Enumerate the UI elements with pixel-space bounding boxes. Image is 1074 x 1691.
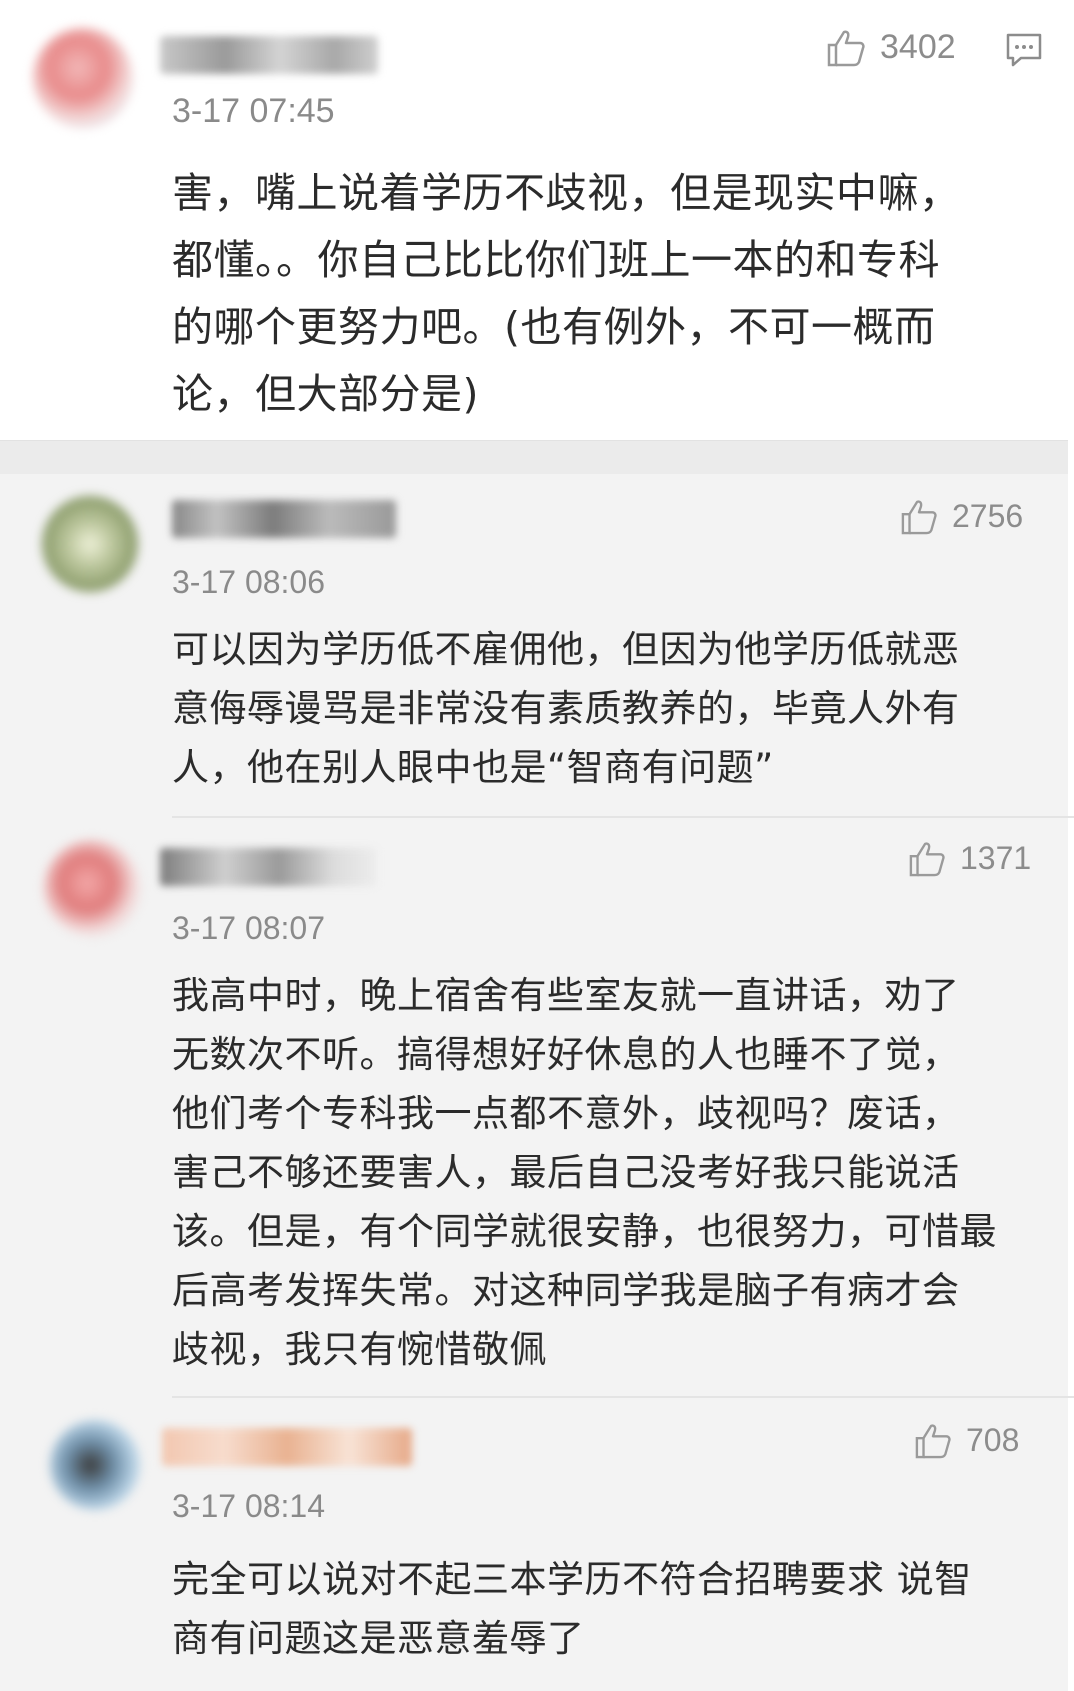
comment-line: 意侮辱谩骂是非常没有素质教养的，毕竟人外有 xyxy=(172,687,960,730)
avatar[interactable] xyxy=(50,1420,140,1510)
username-blurred[interactable] xyxy=(162,1428,412,1466)
comment-time: 3-17 08:07 xyxy=(172,910,326,946)
comment-line: 的哪个更努力吧。(也有例外，不可一概而 xyxy=(172,303,936,351)
comment-line: 无数次不听。搞得想好好休息的人也睡不了觉， xyxy=(172,1033,960,1076)
comment-line: 论，但大部分是) xyxy=(172,370,479,418)
like-button[interactable]: 3402 xyxy=(826,28,956,67)
thumbs-up-icon xyxy=(901,499,937,534)
like-button[interactable]: 1371 xyxy=(908,840,1031,877)
comment-line: 歧视，我只有惋惜敬佩 xyxy=(172,1328,547,1371)
comment-icon xyxy=(1006,33,1042,67)
avatar[interactable] xyxy=(42,496,138,592)
avatar[interactable] xyxy=(44,840,140,936)
thumbs-up-icon xyxy=(827,30,865,66)
thumbs-up-icon xyxy=(909,841,945,876)
comment-time: 3-17 08:14 xyxy=(172,1488,326,1524)
comment-line: 商有问题这是恶意羞辱了 xyxy=(172,1617,585,1660)
comment-line: 都懂。。你自己比比你们班上一本的和专科 xyxy=(172,236,940,284)
comment-line: 可以因为学历低不雇佣他，但因为他学历低就恶 xyxy=(172,628,960,671)
section-separator xyxy=(0,440,1068,474)
like-count: 708 xyxy=(966,1422,1020,1458)
page-edge xyxy=(1068,0,1074,1691)
username-blurred[interactable] xyxy=(160,36,378,74)
comment-text: 我高中时，晚上宿舍有些室友就一直讲话，劝了 无数次不听。搞得想好好休息的人也睡不… xyxy=(172,966,997,1379)
username-blurred[interactable] xyxy=(172,500,396,538)
like-count: 3402 xyxy=(880,28,956,66)
username-blurred[interactable] xyxy=(160,848,376,886)
comment-line: 后高考发挥失常。对这种同学我是脑子有病才会 xyxy=(172,1269,960,1312)
thumbs-up-icon xyxy=(915,1423,951,1458)
comment-line: 害己不够还要害人，最后自己没考好我只能说活 xyxy=(172,1151,960,1194)
comment-text: 可以因为学历低不雇佣他，但因为他学历低就恶 意侮辱谩骂是非常没有素质教养的，毕竟… xyxy=(172,620,960,797)
comment-line: 他们考个专科我一点都不意外，歧视吗？废话， xyxy=(172,1092,960,1135)
comment-card: 3-17 07:45 3402 害，嘴上说着学历不歧视，但是现实中嘛， 都懂。。… xyxy=(0,0,1068,440)
comment-line: 人，他在别人眼中也是“智商有问题” xyxy=(172,746,774,789)
like-count: 1371 xyxy=(960,840,1032,876)
comment-line: 该。但是，有个同学就很安静，也很努力，可惜最 xyxy=(172,1210,997,1253)
comment-line: 完全可以说对不起三本学历不符合招聘要求 说智 xyxy=(172,1558,972,1601)
comment-time: 3-17 07:45 xyxy=(172,92,335,130)
avatar[interactable] xyxy=(33,28,133,128)
like-button[interactable]: 708 xyxy=(914,1422,1019,1459)
comment-text: 害，嘴上说着学历不歧视，但是现实中嘛， 都懂。。你自己比比你们班上一本的和专科 … xyxy=(172,160,961,428)
like-button[interactable]: 2756 xyxy=(900,498,1023,535)
reply-button[interactable] xyxy=(1005,32,1043,72)
comment-line: 害，嘴上说着学历不歧视，但是现实中嘛， xyxy=(172,169,961,217)
like-count: 2756 xyxy=(952,498,1024,534)
comment-card: 3-17 08:07 1371 我高中时，晚上宿舍有些室友就一直讲话，劝了 无数… xyxy=(0,818,1068,1396)
comment-time: 3-17 08:06 xyxy=(172,564,326,600)
comment-card: 3-17 08:06 2756 可以因为学历低不雇佣他，但因为他学历低就恶 意侮… xyxy=(0,474,1068,816)
comment-text: 完全可以说对不起三本学历不符合招聘要求 说智 商有问题这是恶意羞辱了 xyxy=(172,1550,972,1668)
comment-line: 我高中时，晚上宿舍有些室友就一直讲话，劝了 xyxy=(172,974,960,1017)
comment-card: 3-17 08:14 708 完全可以说对不起三本学历不符合招聘要求 说智 商有… xyxy=(0,1398,1068,1691)
